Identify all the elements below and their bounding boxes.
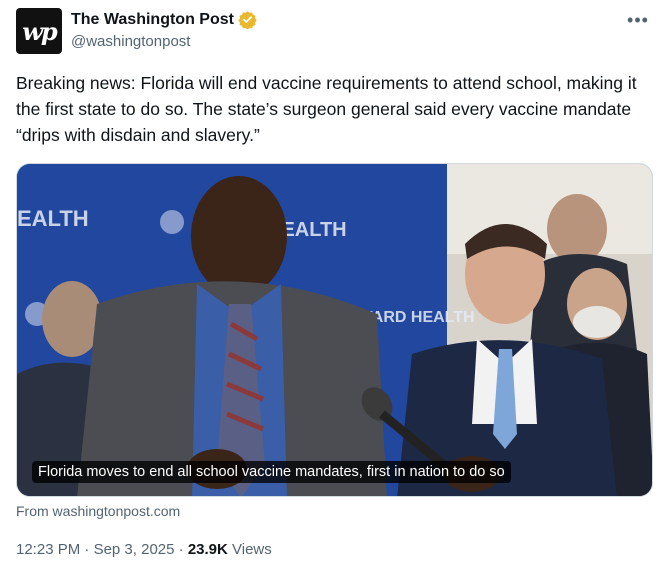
verified-badge-icon[interactable] [238, 10, 257, 29]
avatar[interactable]: wp [16, 8, 62, 54]
author-block: The Washington Post @washingtonpost [71, 10, 257, 50]
display-name[interactable]: The Washington Post [71, 11, 234, 29]
media-card[interactable]: EALTH HEALTH BROWARD HEALTH [16, 163, 653, 497]
tweet-header: wp The Washington Post @washingtonpost •… [16, 8, 656, 56]
tweet-meta: 12:23 PM · Sep 3, 2025 · 23.9K Views [16, 541, 272, 558]
backdrop-text-1: EALTH [17, 206, 89, 231]
meta-separator: · [178, 541, 184, 558]
views-count[interactable]: 23.9K [188, 541, 228, 558]
ellipsis-icon[interactable]: ••• [626, 8, 650, 32]
link-source[interactable]: From washingtonpost.com [16, 503, 180, 519]
views-label: Views [232, 541, 272, 558]
media-caption: Florida moves to end all school vaccine … [32, 461, 511, 483]
tweet-text: Breaking news: Florida will end vaccine … [16, 73, 637, 145]
display-name-row: The Washington Post [71, 10, 257, 29]
tweet-date[interactable]: Sep 3, 2025 [94, 541, 175, 558]
avatar-logo: wp [22, 16, 57, 46]
news-photo: EALTH HEALTH BROWARD HEALTH [17, 164, 652, 496]
meta-separator: · [84, 541, 90, 558]
tweet-time[interactable]: 12:23 PM [16, 541, 80, 558]
handle[interactable]: @washingtonpost [71, 33, 257, 50]
